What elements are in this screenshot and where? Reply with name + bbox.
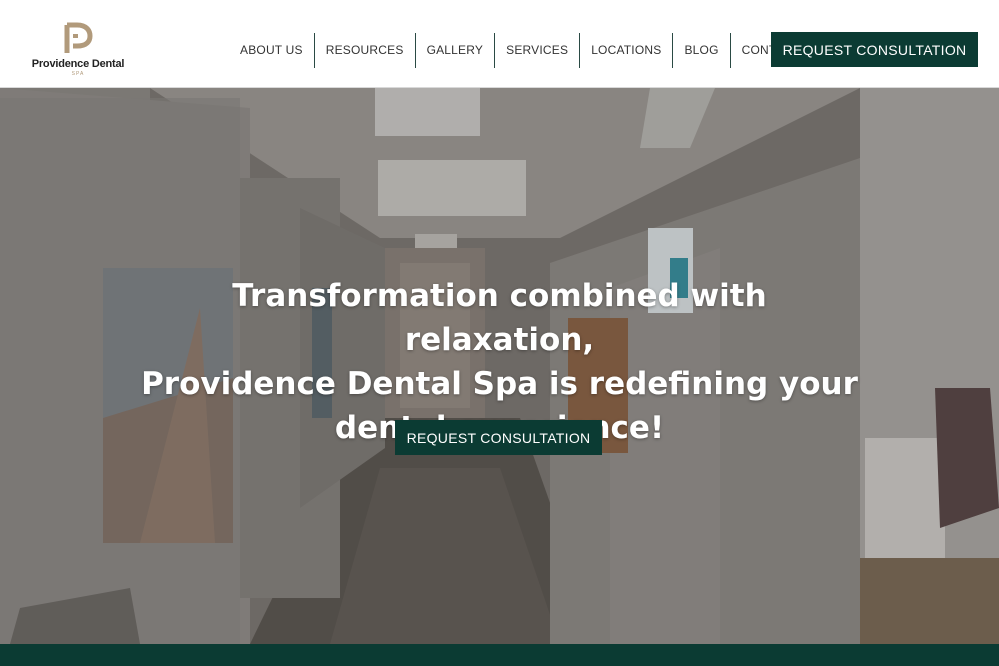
request-consultation-button[interactable]: REQUEST CONSULTATION	[771, 32, 978, 67]
nav-item-gallery[interactable]: GALLERY	[416, 32, 496, 68]
nav-item-resources[interactable]: RESOURCES	[315, 32, 416, 68]
brand-logo[interactable]: Providence Dental SPA	[28, 20, 128, 80]
site-header: Providence Dental SPA ABOUT US RESOURCES…	[0, 0, 999, 88]
hero-section: Transformation combined with relaxation,…	[0, 88, 999, 644]
hero-headline-line-2: Providence Dental Spa is redefining your	[141, 366, 858, 402]
hero-headline-line-1: Transformation combined with relaxation,	[232, 278, 767, 358]
nav-item-blog[interactable]: BLOG	[673, 32, 731, 68]
nav-item-services[interactable]: SERVICES	[495, 32, 581, 68]
brand-tagline: SPA	[71, 71, 85, 77]
nav-item-locations[interactable]: LOCATIONS	[580, 32, 674, 68]
brand-name: Providence Dental	[31, 58, 125, 70]
pd-monogram-icon	[64, 22, 93, 53]
main-nav: ABOUT US RESOURCES GALLERY SERVICES LOCA…	[229, 32, 832, 68]
hero-request-consultation-button[interactable]: REQUEST CONSULTATION	[395, 420, 602, 455]
nav-item-about-us[interactable]: ABOUT US	[229, 32, 315, 68]
bottom-band	[0, 644, 999, 666]
